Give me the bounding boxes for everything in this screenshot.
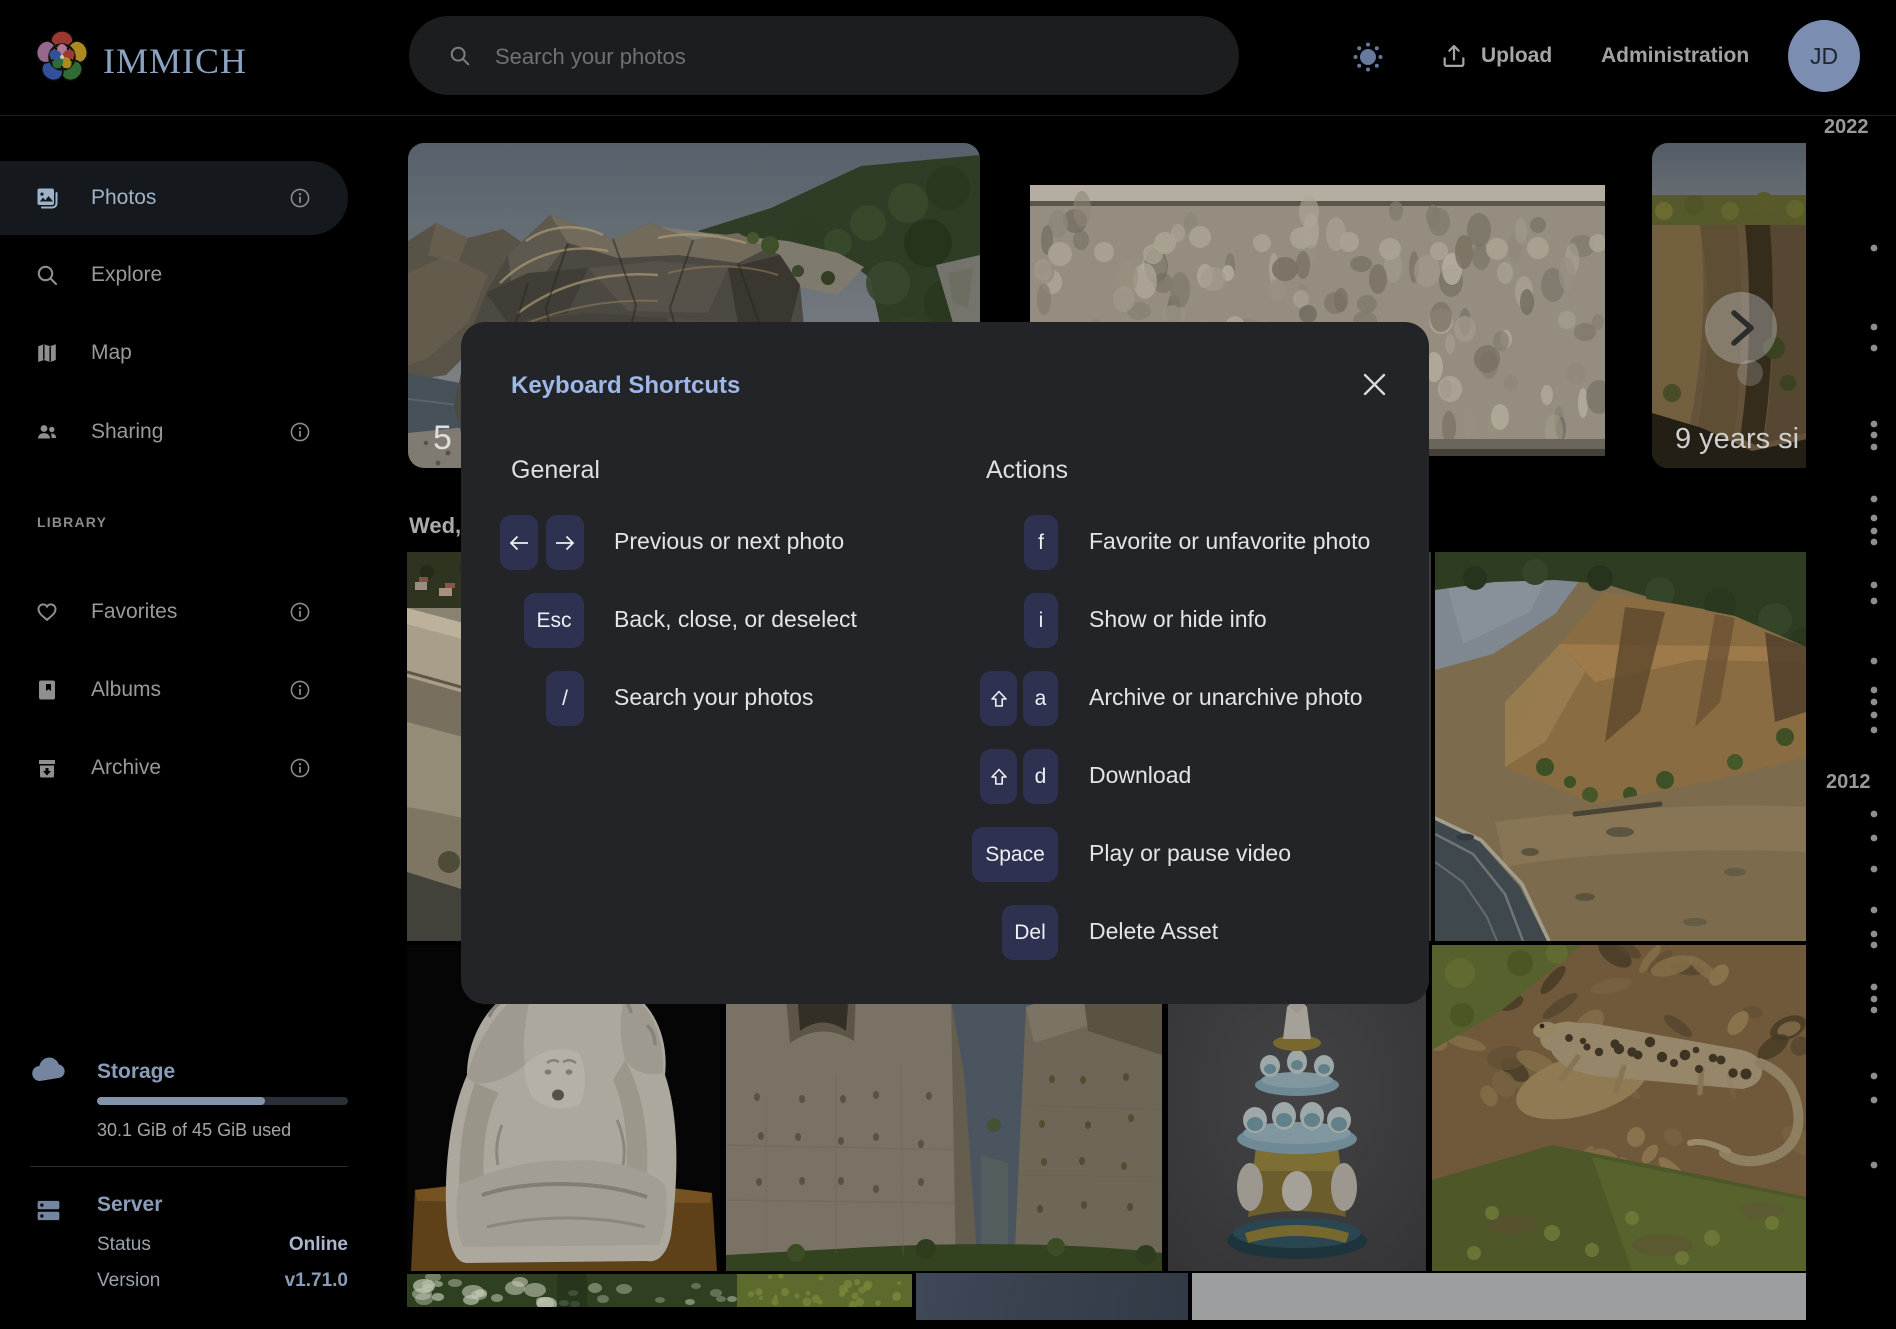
svg-text:9 years si: 9 years si xyxy=(1675,423,1799,455)
